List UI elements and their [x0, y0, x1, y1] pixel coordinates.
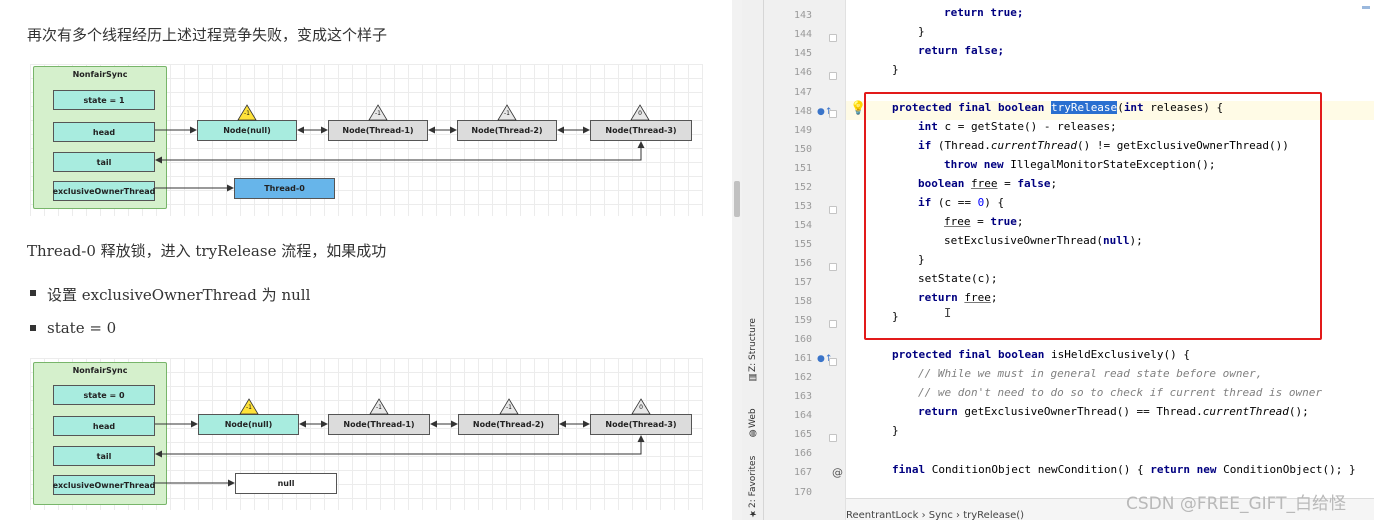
web-tool-button[interactable]: ◍ Web	[744, 398, 762, 438]
bullet-text: state = 0	[47, 319, 117, 337]
line-number: 150	[793, 144, 812, 155]
line-gutter[interactable]: 143 144 145 146 147 148 149 150 151 152 …	[764, 0, 846, 520]
line-number: 146	[793, 67, 812, 78]
code-line: return false;	[918, 44, 1005, 57]
ide-editor: ▤ Z: Structure ◍ Web ★ 2: Favorites 143 …	[742, 0, 1374, 520]
breadcrumb-separator: ›	[956, 510, 961, 520]
breadcrumb-separator: ›	[921, 510, 926, 520]
line-number: 158	[793, 296, 812, 307]
fold-icon[interactable]	[829, 358, 837, 366]
fold-icon[interactable]	[829, 434, 837, 442]
code-line: return getExclusiveOwnerThread() == Thre…	[918, 405, 1309, 418]
code-comment: // While we must in general read state b…	[918, 367, 1263, 380]
code-line: }	[918, 25, 925, 38]
line-number: 151	[793, 163, 812, 174]
line-number: 144	[793, 29, 812, 40]
breadcrumb-item[interactable]: ReentrantLock	[846, 510, 918, 520]
bullet-dot	[30, 290, 36, 296]
article-pane: 再次有多个线程经历上述过程竞争失败，变成这个样子 NonfairSync sta…	[0, 0, 732, 520]
article-scrollbar[interactable]	[732, 0, 742, 520]
line-number: 147	[793, 87, 812, 98]
paragraph-text: Thread-0 释放锁，进入 tryRelease 流程，如果成功	[27, 242, 387, 260]
tool-window-strip: ▤ Z: Structure ◍ Web ★ 2: Favorites	[742, 0, 764, 520]
line-number: 159	[793, 315, 812, 326]
scrollbar-thumb[interactable]	[734, 181, 740, 217]
line-number: 152	[793, 182, 812, 193]
favorites-tool-button[interactable]: ★ 2: Favorites	[744, 452, 762, 518]
line-number: 156	[793, 258, 812, 269]
globe-icon: ◍	[748, 428, 758, 438]
line-number: 160	[793, 334, 812, 345]
bullet-text: 设置 exclusiveOwnerThread 为 null	[47, 286, 311, 304]
highlight-frame	[864, 92, 1322, 340]
diagram-arrows	[155, 420, 645, 487]
bullet-dot	[30, 325, 36, 331]
fold-icon[interactable]	[829, 110, 837, 118]
line-number: 164	[793, 410, 812, 421]
line-number: 154	[793, 220, 812, 231]
annotation-icon[interactable]: @	[832, 466, 843, 479]
code-line: return true;	[944, 6, 1024, 19]
line-number: 145	[793, 48, 812, 59]
fold-icon[interactable]	[829, 72, 837, 80]
line-number: 149	[793, 125, 812, 136]
fold-icon[interactable]	[829, 34, 837, 42]
line-number: 148	[793, 106, 812, 117]
line-number: 166	[793, 448, 812, 459]
line-number: 157	[793, 277, 812, 288]
code-comment: // we don't need to do so to check if cu…	[918, 386, 1322, 399]
line-number: 143	[793, 10, 812, 21]
line-number: 170	[793, 487, 812, 498]
fold-icon[interactable]	[829, 206, 837, 214]
fold-icon[interactable]	[829, 263, 837, 271]
star-icon: ★	[748, 508, 758, 518]
queue-diagram-1: NonfairSync state = 1 head tail exclusiv…	[30, 64, 703, 216]
breadcrumb-item[interactable]: Sync	[929, 510, 953, 520]
fold-icon[interactable]	[829, 320, 837, 328]
code-line: final ConditionObject newCondition() { r…	[892, 463, 1356, 476]
structure-tool-button[interactable]: ▤ Z: Structure	[744, 312, 762, 382]
line-number: 161	[793, 353, 812, 364]
code-line: }	[892, 424, 899, 437]
watermark: CSDN @FREE_GIFT_白给怪	[1126, 494, 1346, 514]
breadcrumb-item[interactable]: tryRelease()	[963, 510, 1024, 520]
line-number: 163	[793, 391, 812, 402]
diagram-arrows	[155, 126, 645, 192]
line-number: 162	[793, 372, 812, 383]
code-line: }	[892, 63, 899, 76]
code-line: protected final boolean isHeldExclusivel…	[892, 348, 1191, 361]
line-number: 167	[793, 467, 812, 478]
queue-diagram-2: NonfairSync state = 0 head tail exclusiv…	[30, 358, 703, 510]
line-number: 153	[793, 201, 812, 212]
line-number: 165	[793, 429, 812, 440]
structure-icon: ▤	[748, 372, 758, 382]
line-number: 155	[793, 239, 812, 250]
paragraph-text: 再次有多个线程经历上述过程竞争失败，变成这个样子	[27, 26, 388, 44]
scroll-marker	[1362, 6, 1370, 9]
